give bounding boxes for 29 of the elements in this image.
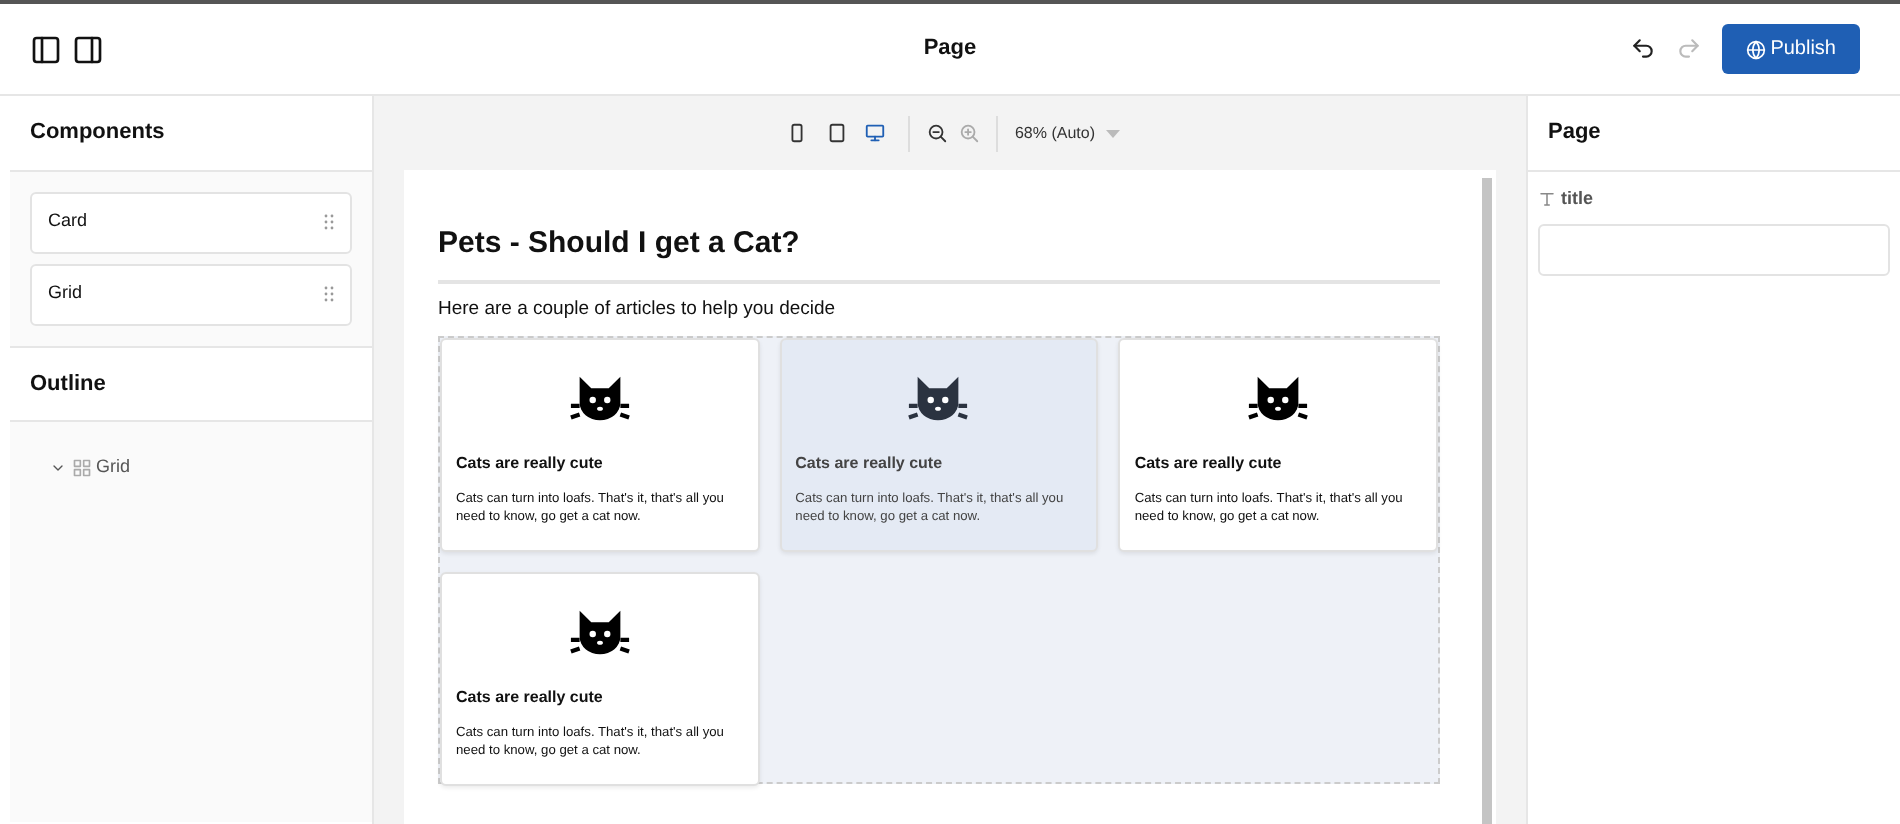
globe-icon: [1745, 39, 1766, 59]
field-label: title: [1561, 186, 1594, 212]
outline-item[interactable]: Grid: [96, 454, 131, 481]
card-title: Cats are really cute: [795, 451, 945, 476]
card-title: Cats are really cute: [456, 685, 605, 710]
scrollbar[interactable]: [1482, 178, 1492, 824]
page-heading: Pets - Should I get a Cat?: [438, 222, 1440, 283]
drag-handle-icon[interactable]: [324, 286, 334, 302]
drag-handle-icon[interactable]: [324, 214, 334, 230]
publish-button[interactable]: Publish: [1721, 24, 1860, 74]
intro-text: Here are a couple of articles to help you decide: [438, 295, 838, 323]
desktop-icon: [864, 121, 887, 144]
grid-icon: [71, 457, 91, 478]
component-item[interactable]: Card: [30, 191, 352, 253]
tablet-icon: [825, 121, 848, 144]
phone-icon: [786, 121, 809, 144]
left-panel-icon[interactable]: [30, 33, 62, 65]
zoom-dropdown[interactable]: 68% (Auto): [1014, 121, 1120, 145]
card-title: Cats are really cute: [456, 451, 605, 476]
page-title: Page: [921, 34, 979, 65]
caret-icon: [1105, 129, 1120, 137]
card-title: Cats are really cute: [1134, 451, 1284, 476]
section-title: Page: [1528, 96, 1900, 171]
component-item[interactable]: Grid: [30, 263, 352, 325]
zoom-out-icon[interactable]: [926, 122, 949, 144]
right-panel-icon[interactable]: [72, 33, 104, 65]
text-type-icon: [1538, 190, 1556, 209]
undo-icon[interactable]: [1629, 36, 1656, 62]
text-input[interactable]: [1538, 223, 1890, 275]
